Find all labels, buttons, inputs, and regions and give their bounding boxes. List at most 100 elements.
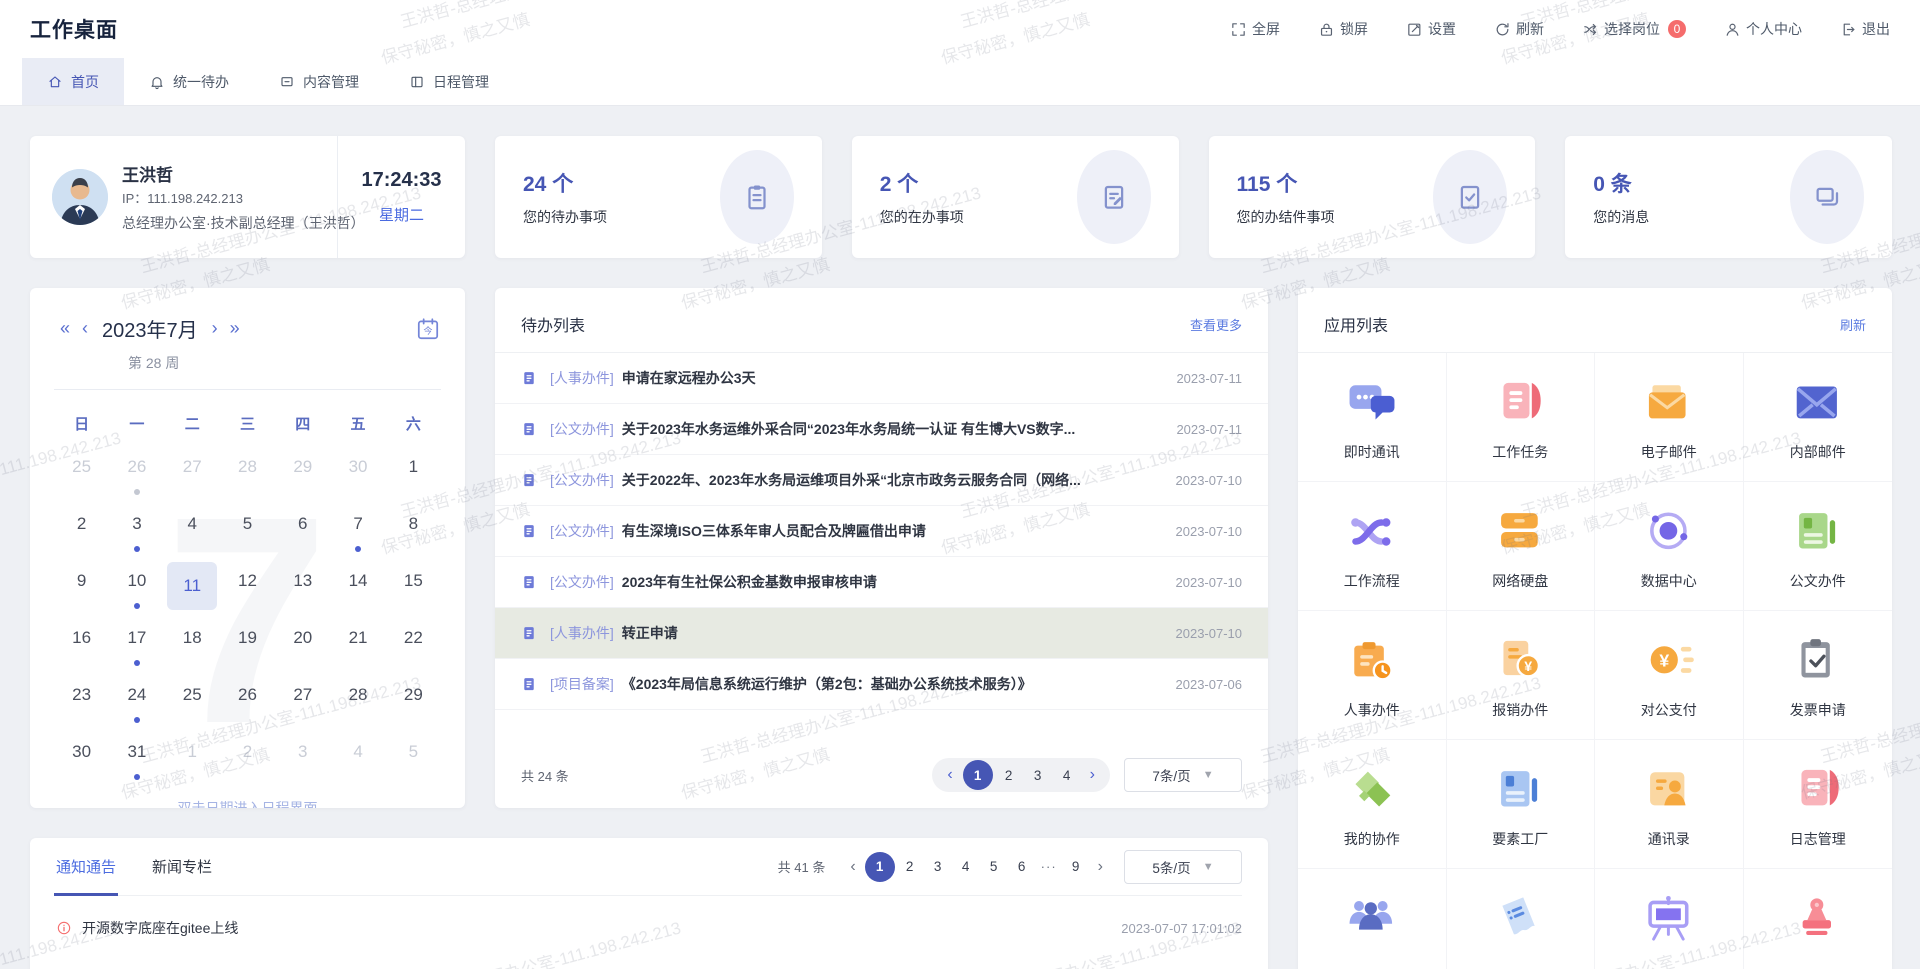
calendar-day[interactable]: 2: [220, 733, 275, 790]
stat-card-done-count[interactable]: 115 个 您的办结件事项: [1209, 136, 1536, 258]
pager-page-4[interactable]: 4: [953, 854, 979, 880]
logout-button[interactable]: 退出: [1840, 19, 1890, 39]
calendar-day[interactable]: 29: [275, 448, 330, 505]
fullscreen-button[interactable]: 全屏: [1230, 19, 1280, 39]
app-hr-affairs[interactable]: 人事办件: [1298, 611, 1447, 740]
calendar-day[interactable]: 8: [386, 505, 441, 562]
todo-item[interactable]: [公文办件] 关于2023年水务运维外采合同“2023年水务局统一认证 有生博大…: [495, 404, 1268, 455]
calendar-day[interactable]: 1: [386, 448, 441, 505]
calendar-next-year-button[interactable]: »: [224, 318, 246, 339]
pager-page-4[interactable]: 4: [1054, 762, 1080, 788]
calendar-day[interactable]: 28: [220, 448, 275, 505]
calendar-day[interactable]: 4: [165, 505, 220, 562]
profile-button[interactable]: 个人中心: [1724, 19, 1802, 39]
app-corporate-payment[interactable]: 对公支付: [1595, 611, 1744, 740]
settings-button[interactable]: 设置: [1406, 19, 1456, 39]
todo-item[interactable]: [项目备案] 《2023年局信息系统运行维护（第2包：基础办公系统技术服务）》 …: [495, 659, 1268, 710]
calendar-day[interactable]: 25: [54, 448, 109, 505]
calendar-day[interactable]: 22: [386, 619, 441, 676]
app-official-doc[interactable]: 公文办件: [1744, 482, 1893, 611]
calendar-day[interactable]: 2: [54, 505, 109, 562]
calendar-day[interactable]: 5: [220, 505, 275, 562]
pager-page-5[interactable]: 5: [981, 854, 1007, 880]
calendar-day[interactable]: 10: [109, 562, 164, 619]
calendar-day[interactable]: 14: [330, 562, 385, 619]
calendar-next-month-button[interactable]: ›: [206, 318, 224, 339]
pager-next-button[interactable]: ›: [1091, 858, 1110, 876]
calendar-day[interactable]: 20: [275, 619, 330, 676]
pager-next-button[interactable]: ›: [1083, 766, 1102, 784]
todo-item[interactable]: [公文办件] 2023年有生社保公积金基数申报审核申请 2023-07-10: [495, 557, 1268, 608]
calendar-day[interactable]: 23: [54, 676, 109, 733]
app-contacts[interactable]: 通讯录: [1595, 740, 1744, 869]
todo-view-more-link[interactable]: 查看更多: [1190, 315, 1242, 334]
calendar-day[interactable]: 17: [109, 619, 164, 676]
pager-page-3[interactable]: 3: [925, 854, 951, 880]
calendar-day[interactable]: 26: [109, 448, 164, 505]
calendar-day[interactable]: 13: [275, 562, 330, 619]
pager-page-2[interactable]: 2: [996, 762, 1022, 788]
pager-page-1[interactable]: 1: [963, 760, 993, 790]
app-network-disk[interactable]: 网络硬盘: [1447, 482, 1596, 611]
app-app-partial-1[interactable]: [1298, 869, 1447, 969]
pager-page-9[interactable]: 9: [1063, 854, 1089, 880]
todo-page-size-select[interactable]: 7条/页 ▼: [1124, 758, 1242, 792]
todo-item[interactable]: [公文办件] 有生深境ISO三体系年审人员配合及牌匾借出申请 2023-07-1…: [495, 506, 1268, 557]
calendar-day[interactable]: 18: [165, 619, 220, 676]
todo-item[interactable]: [公文办件] 关于2022年、2023年水务局运维项目外采“北京市政务云服务合同…: [495, 455, 1268, 506]
app-instant-messaging[interactable]: 即时通讯: [1298, 353, 1447, 482]
refresh-button[interactable]: 刷新: [1494, 19, 1544, 39]
app-app-partial-4[interactable]: [1744, 869, 1893, 969]
calendar-day[interactable]: 28: [330, 676, 385, 733]
app-reimbursement[interactable]: 报销办件: [1447, 611, 1596, 740]
apps-refresh-link[interactable]: 刷新: [1840, 315, 1866, 334]
app-element-factory[interactable]: 要素工厂: [1447, 740, 1596, 869]
calendar-day[interactable]: 27: [165, 448, 220, 505]
stat-card-message-count[interactable]: 0 条 您的消息: [1565, 136, 1892, 258]
calendar-day[interactable]: 3: [109, 505, 164, 562]
notice-page-size-select[interactable]: 5条/页 ▼: [1124, 850, 1242, 884]
calendar-today-icon[interactable]: [415, 316, 441, 342]
pager-page-3[interactable]: 3: [1025, 762, 1051, 788]
calendar-prev-year-button[interactable]: «: [54, 318, 76, 339]
app-my-collaboration[interactable]: 我的协作: [1298, 740, 1447, 869]
calendar-day[interactable]: 11: [165, 562, 220, 619]
calendar-day[interactable]: 30: [54, 733, 109, 790]
calendar-day[interactable]: 4: [330, 733, 385, 790]
calendar-day[interactable]: 29: [386, 676, 441, 733]
calendar-day[interactable]: 3: [275, 733, 330, 790]
tab-content-mgmt[interactable]: 内容管理: [254, 58, 384, 105]
app-work-task[interactable]: 工作任务: [1447, 353, 1596, 482]
notice-tab-notices[interactable]: 通知通告: [56, 838, 116, 895]
calendar-day[interactable]: 6: [275, 505, 330, 562]
notice-item[interactable]: 开源数字底座在gitee上线 2023-07-07 17:01:02: [56, 896, 1242, 938]
calendar-day[interactable]: 25: [165, 676, 220, 733]
pager-prev-button[interactable]: ‹: [940, 766, 959, 784]
calendar-day[interactable]: 5: [386, 733, 441, 790]
calendar-day[interactable]: 12: [220, 562, 275, 619]
tab-home[interactable]: 首页: [22, 58, 124, 105]
calendar-day[interactable]: 31: [109, 733, 164, 790]
calendar-day[interactable]: 1: [165, 733, 220, 790]
calendar-day[interactable]: 7: [330, 505, 385, 562]
calendar-day[interactable]: 16: [54, 619, 109, 676]
calendar-day[interactable]: 9: [54, 562, 109, 619]
app-workflow[interactable]: 工作流程: [1298, 482, 1447, 611]
pager-page-6[interactable]: 6: [1009, 854, 1035, 880]
stat-card-todo-count[interactable]: 24 个 您的待办事项: [495, 136, 822, 258]
tab-unified-todo[interactable]: 统一待办: [124, 58, 254, 105]
calendar-day[interactable]: 30: [330, 448, 385, 505]
select-post-button[interactable]: 选择岗位0: [1582, 19, 1686, 39]
calendar-day[interactable]: 21: [330, 619, 385, 676]
app-invoice-request[interactable]: 发票申请: [1744, 611, 1893, 740]
app-log-management[interactable]: 日志管理: [1744, 740, 1893, 869]
app-data-center[interactable]: 数据中心: [1595, 482, 1744, 611]
stat-card-inprogress-count[interactable]: 2 个 您的在办事项: [852, 136, 1179, 258]
todo-item[interactable]: [人事办件] 申请在家远程办公3天 2023-07-11: [495, 353, 1268, 404]
tab-schedule-mgmt[interactable]: 日程管理: [384, 58, 514, 105]
pager-page-1[interactable]: 1: [865, 852, 895, 882]
app-app-partial-3[interactable]: [1595, 869, 1744, 969]
calendar-day[interactable]: 27: [275, 676, 330, 733]
calendar-day[interactable]: 15: [386, 562, 441, 619]
lockscreen-button[interactable]: 锁屏: [1318, 19, 1368, 39]
